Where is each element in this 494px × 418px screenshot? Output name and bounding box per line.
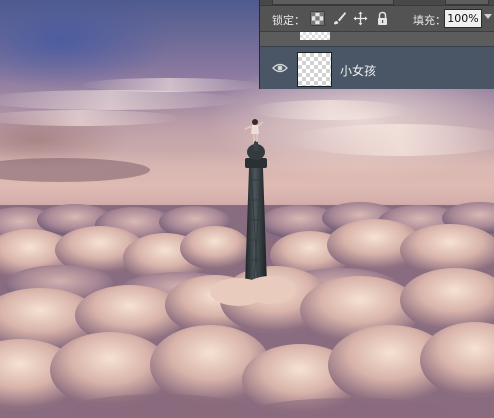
layer-name: 小女孩: [340, 64, 377, 78]
visibility-eye-icon[interactable]: [272, 61, 288, 75]
layer-thumbnail: [300, 32, 330, 40]
panel-top-strip: [260, 0, 494, 6]
fill-input[interactable]: 100%: [444, 9, 482, 28]
lock-row: 锁定： 填充： 100%: [260, 7, 494, 31]
lock-position-icon[interactable]: [353, 11, 368, 26]
layer-row-selected[interactable]: 小女孩: [260, 46, 494, 89]
fill-label: 填充：: [413, 14, 446, 27]
fill-dropdown-arrow-icon[interactable]: [484, 14, 492, 19]
layers-panel: 锁定： 填充： 100% 小女孩: [259, 0, 494, 89]
lock-label: 锁定：: [272, 14, 305, 27]
opacity-field-edge[interactable]: [445, 0, 489, 5]
layer-thumbnail: [297, 52, 332, 87]
layer-row-previous[interactable]: [260, 31, 494, 46]
lock-transparent-pixels-icon[interactable]: [310, 11, 325, 26]
lock-all-icon[interactable]: [375, 11, 390, 26]
lock-image-pixels-icon[interactable]: [332, 11, 347, 26]
blend-mode-dropdown-edge[interactable]: [272, 0, 394, 5]
